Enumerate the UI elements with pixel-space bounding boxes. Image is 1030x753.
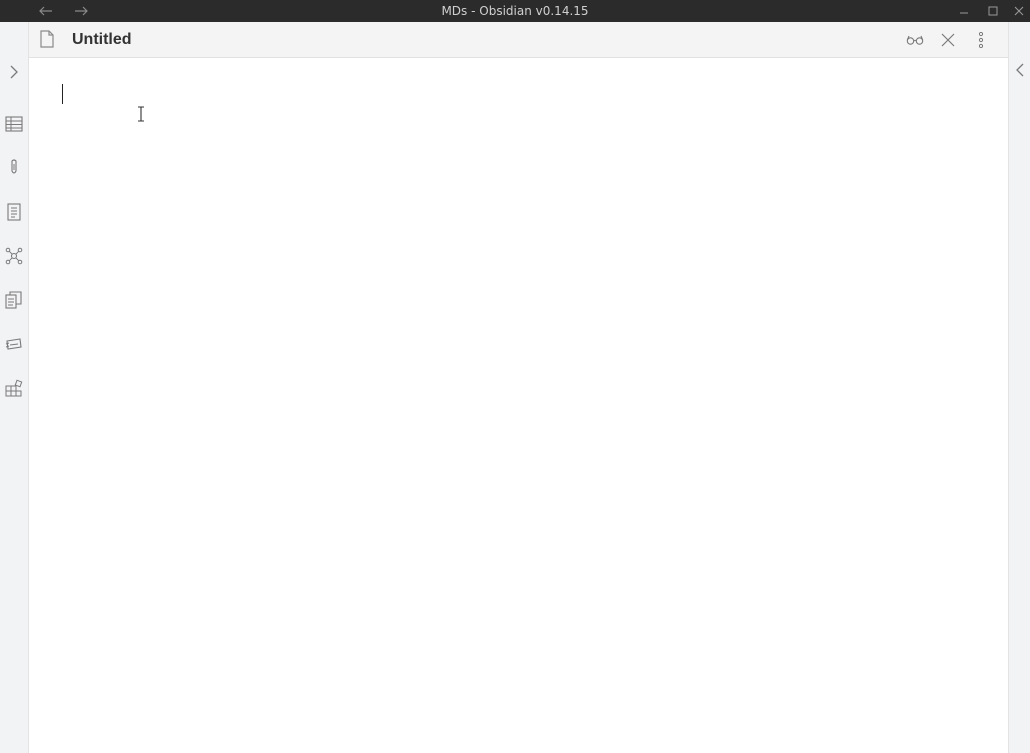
- maximize-button[interactable]: [982, 0, 1004, 22]
- window-titlebar: MDs - Obsidian v0.14.15: [0, 0, 1030, 22]
- ribbon-item-document-list[interactable]: [4, 202, 24, 222]
- editor-body[interactable]: [29, 58, 1008, 753]
- window-title: MDs - Obsidian v0.14.15: [441, 4, 589, 18]
- ribbon-item-graph[interactable]: [4, 246, 24, 266]
- minimize-icon: [960, 12, 968, 14]
- chevron-left-icon: [1016, 63, 1024, 77]
- plugins-grid-icon: [5, 379, 23, 397]
- editor-pane: Untitled: [29, 22, 1008, 753]
- page-title[interactable]: Untitled: [72, 22, 132, 57]
- pin-icon: [11, 159, 17, 174]
- close-icon: [1014, 6, 1024, 16]
- chevron-right-icon: [10, 65, 18, 79]
- close-tab-button[interactable]: [937, 29, 959, 51]
- cards-icon: [5, 338, 22, 350]
- close-icon: [941, 33, 955, 47]
- minimize-button[interactable]: [953, 0, 975, 22]
- expand-right-sidebar-button[interactable]: [1014, 62, 1026, 78]
- file-icon: [40, 30, 54, 48]
- ribbon-item-copy-files[interactable]: [4, 290, 24, 310]
- file-icon-wrap: [39, 30, 57, 50]
- reading-view-button[interactable]: [904, 29, 926, 51]
- document-list-icon: [7, 203, 21, 221]
- tab-header: Untitled: [29, 22, 1008, 58]
- ribbon-item-cards[interactable]: [4, 334, 24, 354]
- right-ribbon: [1008, 22, 1030, 753]
- close-window-button[interactable]: [1008, 0, 1030, 22]
- graph-icon: [5, 247, 23, 265]
- more-options-button[interactable]: [970, 29, 992, 51]
- maximize-icon: [988, 6, 998, 16]
- reading-view-icon: [906, 35, 924, 45]
- left-ribbon: [0, 22, 29, 753]
- ribbon-item-plugins[interactable]: [4, 378, 24, 398]
- table-icon: [5, 116, 23, 132]
- ribbon-item-table[interactable]: [4, 114, 24, 134]
- copy-files-icon: [5, 291, 22, 309]
- text-caret: [62, 84, 63, 104]
- ibeam-cursor-icon: [138, 106, 144, 122]
- expand-sidebar-button[interactable]: [4, 62, 24, 82]
- ribbon-item-pin[interactable]: [4, 158, 24, 178]
- more-options-icon: [978, 32, 984, 48]
